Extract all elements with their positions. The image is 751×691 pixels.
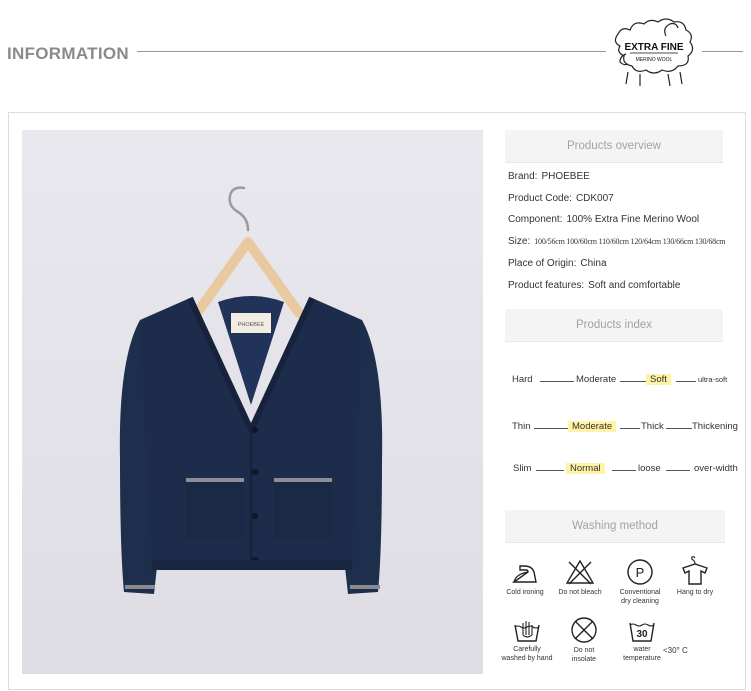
hardness-scale: Hard Moderate Soft ultra-soft [510, 374, 746, 388]
fit-scale: Slim Normal loose over-width [510, 463, 746, 477]
dry-clean-symbol: P [636, 565, 645, 580]
info-features: Product features: Soft and comfortable [508, 280, 680, 291]
wash-label-7b: temperature [623, 655, 661, 662]
garment-tag-label: PHOEBEE [238, 322, 265, 328]
thickness-thickening: Thickening [692, 421, 738, 432]
wash-label-2: Do not bleach [558, 589, 602, 596]
overview-heading: Products overview [505, 130, 723, 162]
info-component: Component: 100% Extra Fine Merino Wool [508, 214, 699, 225]
info-brand: Brand: PHOEBEE [508, 171, 590, 182]
dry-clean-icon: P [627, 559, 653, 585]
product-photo: PHOEBEE [22, 130, 483, 674]
hardness-moderate: Moderate [576, 374, 617, 385]
info-size-value: 100/56cm 100/60cm 110/60cm 120/64cm 130/… [534, 237, 726, 246]
info-size: Size: 100/56cm 100/60cm 110/60cm 120/64cm… [508, 236, 726, 247]
no-bleach-icon [565, 559, 595, 585]
wash-label-5b: washed by hand [501, 655, 553, 662]
hand-wash-icon [514, 621, 540, 642]
fit-slim: Slim [513, 463, 532, 474]
thickness-thin: Thin [512, 421, 531, 432]
thickness-moderate-selected: Moderate [568, 421, 617, 432]
wash-hand-wash: Carefully washed by hand [495, 617, 559, 663]
wash-water-temperature: 30 water temperature [610, 617, 674, 663]
section-title: INFORMATION [7, 44, 129, 63]
info-origin-value: China [580, 258, 607, 269]
fit-loose: loose [638, 463, 661, 474]
info-code-key: Product Code: [508, 193, 572, 204]
hardness-hard: Hard [512, 374, 533, 385]
hardness-soft-selected: Soft [646, 374, 671, 385]
thickness-scale: Thin Moderate Thick Thickening [510, 421, 746, 435]
wash-no-bleach: Do not bleach [548, 558, 612, 597]
iron-icon [511, 565, 537, 583]
merino-wool-logo: EXTRA FINE MERINO WOOL [606, 16, 702, 90]
wash-no-insolate: Do not insolate [552, 616, 616, 664]
info-size-key: Size: [508, 236, 531, 247]
info-features-key: Product features: [508, 280, 585, 291]
logo-line2: MERINO WOOL [636, 57, 673, 63]
cardigan-image: PHOEBEE [22, 130, 483, 674]
water-temp-limit: <30° C [663, 646, 688, 655]
water-temp-symbol: 30 [636, 629, 648, 640]
info-features-value: Soft and comfortable [588, 280, 681, 291]
info-origin-key: Place of Origin: [508, 258, 577, 269]
washing-heading: Washing method [505, 510, 725, 542]
wash-hang-dry: Hang to dry [663, 556, 727, 597]
info-brand-value: PHOEBEE [541, 171, 590, 182]
no-insolate-icon [571, 617, 597, 643]
info-brand-key: Brand: [508, 171, 538, 182]
wash-label-6b: insolate [571, 656, 597, 663]
wash-label-3b: dry cleaning [621, 598, 659, 605]
hardness-ultra-soft: ultra-soft [698, 375, 728, 384]
wash-label-6a: Do not [573, 647, 595, 654]
info-origin: Place of Origin: China [508, 258, 607, 269]
water-temp-icon: 30 [629, 622, 655, 642]
fit-over-width: over-width [694, 463, 738, 474]
sheep-logo-icon: EXTRA FINE MERINO WOOL [614, 18, 694, 87]
thickness-thick: Thick [641, 421, 664, 432]
wash-label-5a: Carefully [513, 646, 541, 653]
info-product-code: Product Code: CDK007 [508, 193, 614, 204]
fit-normal-selected: Normal [566, 463, 605, 474]
index-heading: Products index [505, 309, 723, 341]
info-component-value: 100% Extra Fine Merino Wool [566, 214, 700, 225]
hang-dry-icon [682, 556, 708, 585]
wash-label-4: Hang to dry [676, 589, 714, 596]
info-code-value: CDK007 [575, 193, 614, 204]
logo-line1: EXTRA FINE [624, 42, 683, 53]
info-component-key: Component: [508, 214, 563, 225]
